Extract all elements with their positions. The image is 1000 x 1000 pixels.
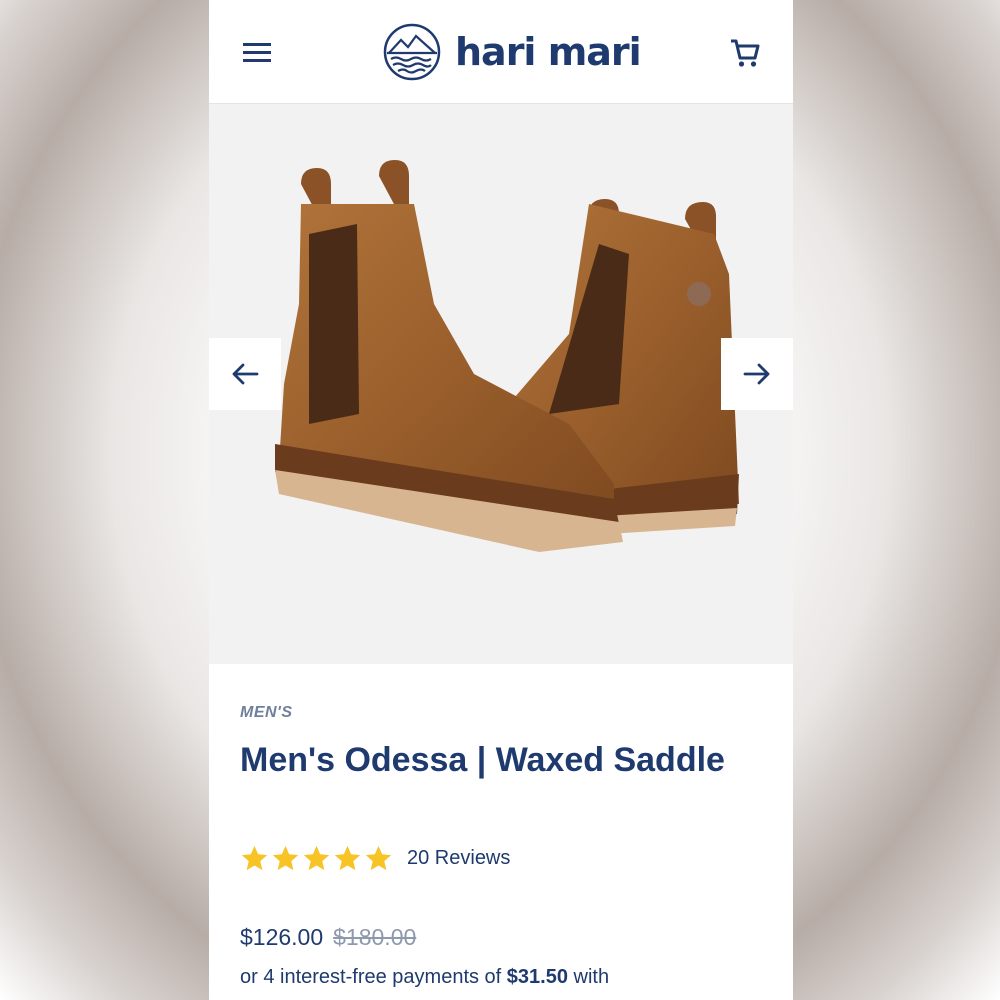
price-row: $126.00 $180.00 [240, 924, 416, 951]
product-image-gallery [209, 104, 793, 664]
mobile-page: hari mari MEN'S Men's Odessa | Waxed Sad… [209, 0, 793, 1000]
product-details: MEN'S Men's Odessa | Waxed Saddle 20 Rev… [209, 664, 793, 1000]
installments-amount: $31.50 [506, 966, 568, 988]
shopping-cart-icon[interactable] [729, 37, 761, 69]
installments-suffix: with [573, 966, 610, 988]
product-title: Men's Odessa | Waxed Saddle [240, 741, 725, 779]
product-rating[interactable]: 20 Reviews [240, 844, 510, 873]
arrow-left-icon [232, 363, 259, 385]
sale-price: $126.00 [240, 924, 324, 950]
compare-at-price: $180.00 [333, 924, 417, 950]
gallery-prev-button[interactable] [209, 338, 281, 410]
hamburger-menu-icon[interactable] [243, 41, 271, 63]
arrow-right-icon [743, 363, 770, 385]
brand-name: hari mari [455, 30, 642, 74]
installments-info: or 4 interest-free payments of $31.50 wi… [240, 966, 609, 989]
reviews-link[interactable]: 20 Reviews [407, 847, 510, 870]
installments-prefix: or 4 interest-free payments of [240, 966, 502, 988]
star-icon [272, 845, 299, 871]
star-rating [240, 844, 393, 873]
star-icon [303, 845, 330, 871]
product-category-link[interactable]: MEN'S [240, 704, 293, 722]
product-photo-chelsea-boots [275, 160, 739, 552]
brand-logo[interactable]: hari mari [383, 23, 642, 81]
mountain-waves-logo-icon [383, 23, 441, 81]
gallery-next-button[interactable] [721, 338, 793, 410]
star-icon [241, 845, 268, 871]
star-icon [365, 845, 392, 871]
site-header: hari mari [209, 0, 793, 104]
star-icon [334, 845, 361, 871]
